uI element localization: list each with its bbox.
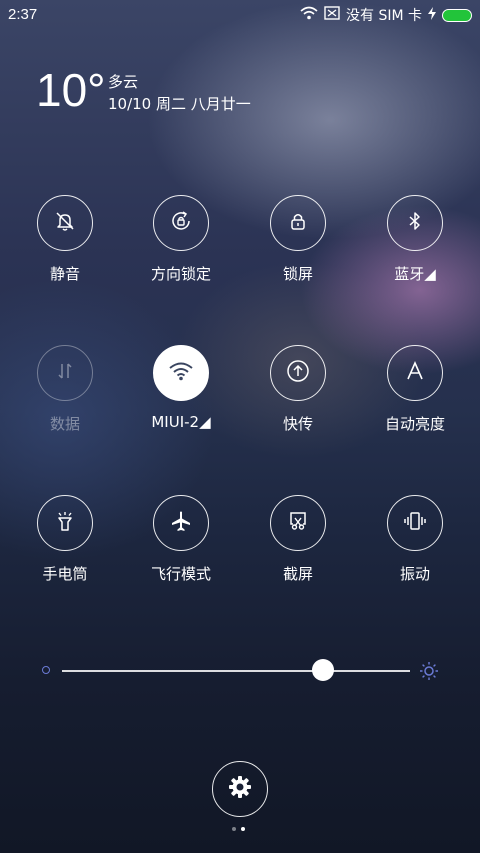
brightness-low-icon — [42, 666, 50, 674]
lock-icon — [286, 209, 310, 237]
toggle-bluetooth-button[interactable] — [387, 195, 443, 251]
wifi-signal-icon — [300, 6, 318, 24]
brightness-slider-track[interactable] — [62, 670, 410, 672]
toggle-rotation-lock[interactable]: 方向锁定 — [131, 195, 231, 284]
status-icons: 没有 SIM 卡 — [300, 5, 472, 25]
toggle-bluetooth[interactable]: 蓝牙◢ — [365, 195, 465, 284]
mobile-data-icon — [53, 359, 77, 387]
toggle-label: 手电筒 — [42, 565, 88, 583]
page-dot-active — [241, 827, 245, 831]
page-indicator — [232, 827, 245, 831]
toggle-flashlight-button[interactable] — [37, 495, 93, 551]
toggle-label: MIUI-2◢ — [151, 413, 211, 431]
toggle-label: 快传 — [282, 415, 313, 433]
quick-transfer-icon — [285, 358, 311, 388]
toggle-screenshot[interactable]: 截屏 — [248, 495, 348, 584]
airplane-icon — [169, 509, 193, 537]
toggle-label: 方向锁定 — [150, 265, 211, 283]
weather-condition: 多云 — [108, 73, 139, 91]
toggle-airplane-mode-button[interactable] — [153, 495, 209, 551]
toggle-quick-transfer[interactable]: 快传 — [248, 345, 348, 434]
toggle-silent[interactable]: 静音 — [15, 195, 115, 284]
auto-brightness-icon — [403, 359, 427, 387]
toggle-auto-brightness-button[interactable] — [387, 345, 443, 401]
toggle-label: 蓝牙◢ — [394, 265, 436, 283]
toggle-label: 静音 — [49, 265, 80, 283]
brightness-high-icon — [419, 661, 439, 685]
toggle-vibrate-button[interactable] — [387, 495, 443, 551]
carrier-status: 没有 SIM 卡 — [346, 8, 422, 24]
charging-icon — [428, 6, 436, 24]
flashlight-icon — [53, 509, 77, 537]
toggle-label: 锁屏 — [282, 265, 313, 283]
toggle-lock-screen-button[interactable] — [270, 195, 326, 251]
toggle-silent-button[interactable] — [37, 195, 93, 251]
toggle-label: 截屏 — [282, 565, 313, 583]
battery-icon — [442, 8, 472, 22]
toggle-label: 自动亮度 — [384, 415, 445, 433]
toggle-auto-brightness[interactable]: 自动亮度 — [365, 345, 465, 434]
toggle-label: 振动 — [399, 565, 430, 583]
toggle-airplane-mode[interactable]: 飞行模式 — [131, 495, 231, 584]
toggle-mobile-data[interactable]: 数据 — [15, 345, 115, 434]
no-sim-icon — [324, 6, 340, 24]
toggle-screenshot-button[interactable] — [270, 495, 326, 551]
toggle-mobile-data-button[interactable] — [37, 345, 93, 401]
temperature: 10° — [36, 64, 106, 116]
toggle-quick-transfer-button[interactable] — [270, 345, 326, 401]
toggle-lock-screen[interactable]: 锁屏 — [248, 195, 348, 284]
toggle-label: 飞行模式 — [150, 565, 211, 583]
bell-off-icon — [53, 209, 77, 237]
toggle-wifi-button[interactable] — [153, 345, 209, 401]
status-time: 2:37 — [8, 6, 38, 23]
rotation-lock-icon — [169, 209, 193, 237]
status-bar: 2:37 没有 SIM 卡 — [0, 0, 480, 28]
bluetooth-icon — [403, 209, 427, 237]
toggle-wifi[interactable]: MIUI-2◢ — [131, 345, 231, 431]
screenshot-icon — [286, 509, 310, 537]
brightness-slider-thumb[interactable] — [312, 659, 334, 681]
wifi-icon — [168, 360, 194, 386]
vibrate-icon — [402, 509, 428, 537]
settings-button[interactable] — [212, 761, 268, 817]
toggle-vibrate[interactable]: 振动 — [365, 495, 465, 584]
date-label: 10/10 周二 八月廿一 — [108, 95, 251, 113]
page-dot — [232, 827, 236, 831]
toggle-flashlight[interactable]: 手电筒 — [15, 495, 115, 584]
toggle-label: 数据 — [49, 415, 80, 433]
toggle-rotation-lock-button[interactable] — [153, 195, 209, 251]
gear-icon — [227, 774, 253, 804]
